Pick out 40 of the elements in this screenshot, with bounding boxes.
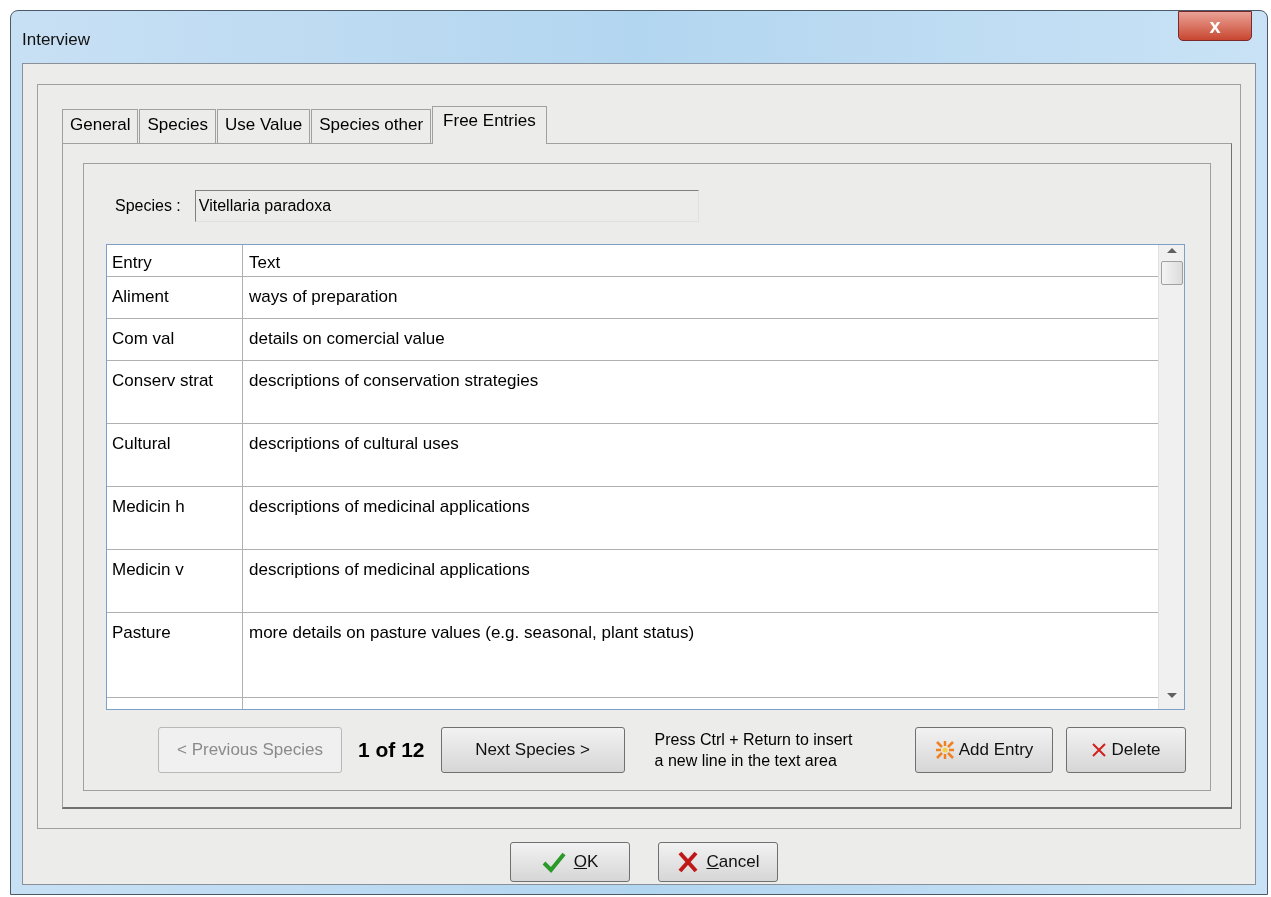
table-cell[interactable]: Com val [107,319,243,360]
table-cell[interactable]: descriptions of medicinal applications [243,550,1158,612]
delete-button[interactable]: Delete [1066,727,1186,773]
table-cell[interactable]: descriptions of cultural uses [243,424,1158,486]
table-cell[interactable]: Conserv strat [107,361,243,423]
starburst-icon [934,740,955,760]
window-title: Interview [22,29,91,51]
column-header[interactable]: Entry [107,245,243,276]
table-cell[interactable]: descriptions of conservation strategies [243,361,1158,423]
table-cell[interactable]: ways of preparation [243,277,1158,318]
species-counter: 1 of 12 [358,737,425,764]
species-field[interactable]: Vitellaria paradoxa [194,190,699,222]
scrollbar[interactable] [1158,245,1184,709]
table-cell[interactable]: Cultural [107,424,243,486]
table-cell[interactable]: details on comercial value [243,319,1158,360]
column-header[interactable]: Text [243,245,1158,276]
table-cell[interactable]: descriptions of medicinal applications [243,487,1158,549]
table-cell[interactable]: Pasture [107,613,243,697]
hint-text: Press Ctrl + Return to insert [654,730,853,750]
cross-icon [676,851,699,873]
table-cell[interactable]: Medicin v [107,550,243,612]
tab[interactable]: Species [139,109,216,143]
add-entry-button[interactable]: Add Entry [915,727,1053,773]
cross-icon [1091,742,1108,758]
hint-text: a new line in the text area [654,751,838,771]
tab[interactable]: Use Value [216,109,311,143]
next-species-button[interactable]: Next Species > [440,727,625,773]
species-label: Species : [115,196,181,216]
tab[interactable]: General [62,109,139,143]
ok-button[interactable]: OK [510,842,630,882]
table-cell[interactable]: Medicin h [107,487,243,549]
scroll-down-icon[interactable] [1166,693,1177,699]
checkmark-icon [541,851,566,873]
tab[interactable]: Free Entries [432,106,547,144]
tab[interactable]: Species other [311,109,432,143]
scroll-thumb[interactable] [1160,261,1183,285]
table-cell[interactable]: Aliment [107,277,243,318]
cancel-button[interactable]: Cancel [658,842,778,882]
scroll-up-icon[interactable] [1166,247,1177,253]
table-cell[interactable]: more details on pasture values (e.g. seasonal, plant status) [243,613,1158,697]
